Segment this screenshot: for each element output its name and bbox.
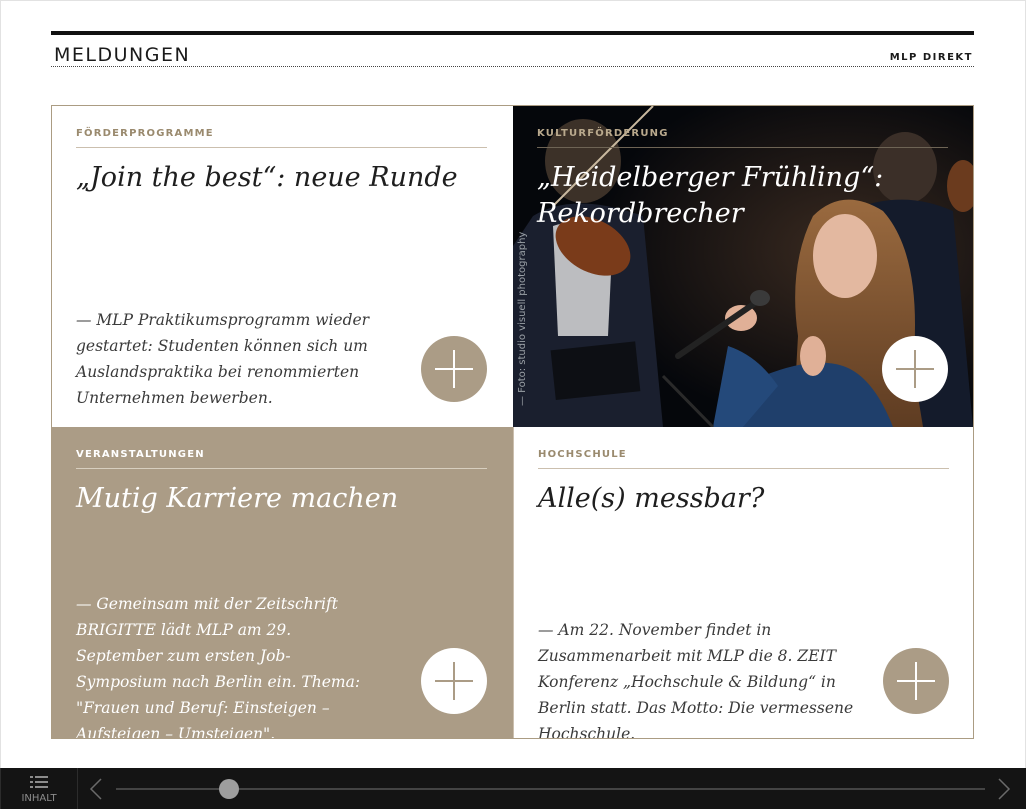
tile-teaser: — Gemeinsam mit der Zeitschrift BRIGITTE…: [76, 595, 361, 738]
page-slider-track[interactable]: [116, 788, 985, 790]
tile-category: HOCHSCHULE: [538, 449, 949, 469]
news-tile-kulturfoerderung[interactable]: — Foto: studio visuell photography KULTU…: [513, 106, 973, 427]
tile-category: VERANSTALTUNGEN: [76, 449, 487, 469]
tile-teaser: — MLP Praktikumsprogramm wieder gestarte…: [76, 311, 370, 407]
tile-category: FÖRDERPROGRAMME: [76, 128, 487, 148]
news-tile-veranstaltungen[interactable]: VERANSTALTUNGEN Mutig Karriere machen — …: [52, 427, 513, 738]
toc-label: INHALT: [21, 793, 57, 804]
photo-credit: — Foto: studio visuell photography: [517, 231, 528, 406]
tile-title: Mutig Karriere machen: [76, 483, 399, 514]
tile-teaser: — Am 22. November findet in Zusammenarbe…: [538, 621, 854, 738]
plus-icon[interactable]: [882, 336, 948, 402]
tile-title: Alle(s) messbar?: [538, 483, 765, 514]
header-dotted-rule: [51, 66, 974, 67]
tile-category: KULTURFÖRDERUNG: [537, 128, 948, 148]
page-slider-handle[interactable]: [218, 779, 239, 799]
chevron-right-icon[interactable]: [997, 778, 1011, 800]
tile-title: „Join the best“: neue Runde: [76, 162, 458, 193]
chevron-left-icon[interactable]: [89, 778, 103, 800]
navigation-bar: INHALT: [0, 768, 1026, 809]
tile-title: „Heidelberger Frühling“: Rekordbrecher: [537, 162, 884, 229]
mlp-direkt-link[interactable]: MLP DIREKT: [890, 52, 973, 63]
plus-icon[interactable]: [883, 648, 949, 714]
plus-icon[interactable]: [421, 336, 487, 402]
toc-button[interactable]: INHALT: [0, 768, 78, 809]
page-title: MELDUNGEN: [54, 44, 191, 66]
news-grid: FÖRDERPROGRAMME „Join the best“: neue Ru…: [51, 105, 974, 739]
news-tile-hochschule[interactable]: HOCHSCHULE Alle(s) messbar? — Am 22. Nov…: [513, 427, 973, 738]
plus-icon[interactable]: [421, 648, 487, 714]
menu-list-icon: [30, 776, 48, 788]
news-tile-foerderprogramme[interactable]: FÖRDERPROGRAMME „Join the best“: neue Ru…: [52, 106, 513, 427]
header-top-rule: [51, 31, 974, 35]
